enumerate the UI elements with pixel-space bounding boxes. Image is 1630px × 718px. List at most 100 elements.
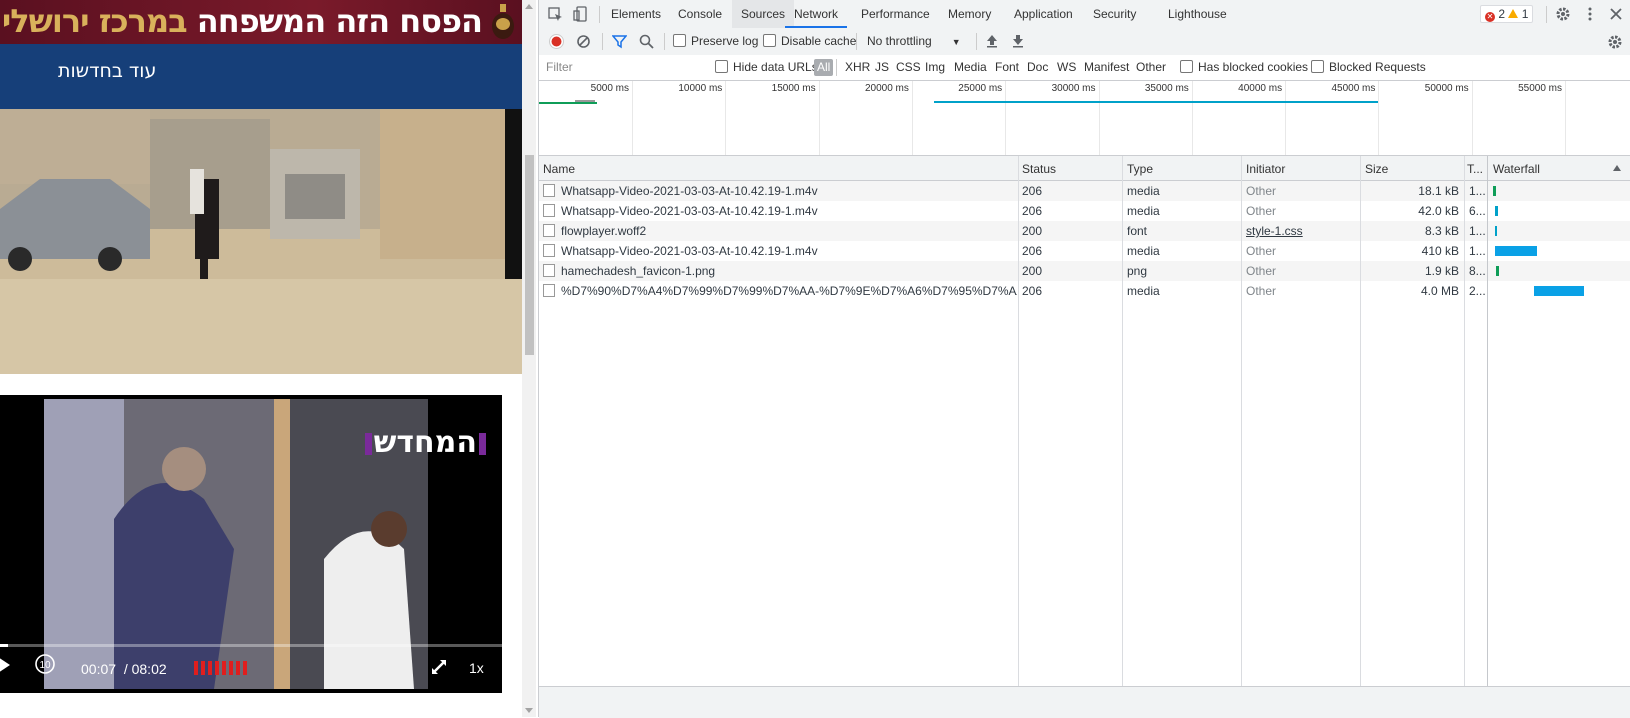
video-progress-bar[interactable] bbox=[0, 644, 502, 647]
tab-network[interactable]: Network bbox=[785, 0, 848, 28]
file-icon bbox=[543, 244, 555, 257]
tab-console[interactable]: Console bbox=[669, 0, 731, 28]
table-row[interactable]: flowplayer.woff2 200 font style-1.css 8.3 kB… bbox=[539, 221, 1630, 241]
playback-speed[interactable]: 1x bbox=[469, 660, 484, 676]
has-blocked-cookies-checkbox[interactable]: Has blocked cookies bbox=[1180, 55, 1308, 80]
table-row[interactable]: hamechadesh_favicon-1.png 200 png Other 1.9 … bbox=[539, 261, 1630, 281]
cell-name: Whatsapp-Video-2021-03-03-At-10.42.19-1.… bbox=[539, 241, 1017, 261]
news-photo[interactable] bbox=[0, 109, 522, 374]
page-scrollbar[interactable] bbox=[522, 0, 536, 717]
tab-lighthouse[interactable]: Lighthouse bbox=[1159, 0, 1236, 28]
scrollbar-thumb[interactable] bbox=[525, 155, 534, 355]
column-time[interactable]: T... bbox=[1465, 156, 1485, 180]
import-har-icon[interactable] bbox=[985, 34, 999, 48]
cell-status: 206 bbox=[1022, 244, 1043, 258]
tab-elements[interactable]: Elements bbox=[602, 0, 670, 28]
volume-bars-icon[interactable] bbox=[194, 661, 250, 675]
filter-funnel-icon[interactable] bbox=[612, 34, 627, 49]
promo-banner[interactable]: הפסח הזה המשפחה במרכז ירושלי bbox=[0, 0, 522, 44]
play-icon[interactable] bbox=[0, 657, 10, 673]
waterfall-bar[interactable] bbox=[1493, 186, 1496, 196]
clear-icon[interactable] bbox=[576, 34, 591, 49]
column-status[interactable]: Status bbox=[1018, 156, 1122, 180]
throttling-select[interactable]: No throttling ▼ bbox=[867, 28, 961, 55]
cell-size: 1.9 kB bbox=[1424, 264, 1459, 278]
settings-gear-icon[interactable] bbox=[1555, 6, 1571, 22]
disable-cache-checkbox[interactable]: Disable cache bbox=[763, 28, 856, 55]
filter-type-font[interactable]: Font bbox=[992, 59, 1022, 76]
filter-type-css[interactable]: CSS bbox=[893, 59, 924, 76]
timeline-gridline bbox=[1191, 81, 1193, 155]
filter-type-ws[interactable]: WS bbox=[1054, 59, 1079, 76]
tab-memory[interactable]: Memory bbox=[939, 0, 1000, 28]
file-icon bbox=[543, 184, 555, 197]
more-options-icon[interactable] bbox=[1582, 6, 1598, 22]
table-row[interactable]: Whatsapp-Video-2021-03-03-At-10.42.19-1.… bbox=[539, 201, 1630, 221]
filter-type-media[interactable]: Media bbox=[951, 59, 990, 76]
request-name[interactable]: Whatsapp-Video-2021-03-03-At-10.42.19-1.… bbox=[561, 204, 818, 218]
inspect-element-icon[interactable] bbox=[547, 6, 563, 22]
cell-initiator: style-1.css bbox=[1242, 221, 1361, 241]
timeline-tick-label: 55000 ms bbox=[1518, 83, 1562, 94]
filter-type-all[interactable]: All bbox=[814, 59, 834, 76]
fullscreen-icon[interactable] bbox=[428, 656, 450, 678]
filter-type-xhr[interactable]: XHR bbox=[842, 59, 873, 76]
waterfall-bar[interactable] bbox=[1495, 206, 1498, 216]
cell-initiator: Other bbox=[1246, 264, 1277, 278]
blocked-requests-checkbox[interactable]: Blocked Requests bbox=[1311, 55, 1426, 80]
more-news-link[interactable]: עוד בחדשות bbox=[58, 60, 156, 82]
waterfall-bar[interactable] bbox=[1496, 266, 1499, 276]
filter-type-other[interactable]: Other bbox=[1133, 59, 1169, 76]
network-overview-timeline[interactable]: 5000 ms 10000 ms 15000 ms 20000 ms 25000 ms 3… bbox=[539, 81, 1630, 156]
column-size[interactable]: Size bbox=[1361, 156, 1465, 180]
sort-ascending-icon[interactable] bbox=[1613, 165, 1621, 171]
timeline-gridline bbox=[911, 81, 913, 155]
request-name[interactable]: %D7%90%D7%A4%D7%99%D7%99%D7%AA-%D7%9E%D7… bbox=[561, 284, 1017, 298]
tab-security[interactable]: Security bbox=[1084, 0, 1145, 28]
scroll-up-icon[interactable] bbox=[525, 4, 533, 9]
request-name[interactable]: Whatsapp-Video-2021-03-03-At-10.42.19-1.… bbox=[561, 184, 818, 198]
table-row[interactable]: Whatsapp-Video-2021-03-03-At-10.42.19-1.… bbox=[539, 241, 1630, 261]
request-name[interactable]: hamechadesh_favicon-1.png bbox=[561, 264, 715, 278]
tab-application[interactable]: Application bbox=[1005, 0, 1082, 28]
network-settings-gear-icon[interactable] bbox=[1607, 34, 1623, 50]
filter-type-manifest[interactable]: Manifest bbox=[1081, 59, 1132, 76]
column-waterfall[interactable]: Waterfall bbox=[1489, 156, 1583, 180]
table-row[interactable]: %D7%90%D7%A4%D7%99%D7%99%D7%AA-%D7%9E%D7… bbox=[539, 281, 1630, 301]
export-har-icon[interactable] bbox=[1011, 34, 1025, 48]
search-icon[interactable] bbox=[639, 34, 654, 49]
request-name[interactable]: flowplayer.woff2 bbox=[561, 224, 646, 238]
column-name[interactable]: Name bbox=[539, 156, 1021, 180]
column-type[interactable]: Type bbox=[1123, 156, 1242, 180]
timeline-activity-bar bbox=[575, 100, 595, 102]
tab-performance[interactable]: Performance bbox=[852, 0, 939, 28]
device-toolbar-icon[interactable] bbox=[573, 6, 589, 22]
request-name[interactable]: Whatsapp-Video-2021-03-03-At-10.42.19-1.… bbox=[561, 244, 818, 258]
rewind-10-icon[interactable]: 10 bbox=[34, 653, 56, 675]
initiator-link[interactable]: style-1.css bbox=[1246, 224, 1303, 238]
issues-badge[interactable]: ✕ 2 1 bbox=[1480, 5, 1534, 23]
waterfall-bar[interactable] bbox=[1534, 286, 1584, 296]
table-row[interactable]: Whatsapp-Video-2021-03-03-At-10.42.19-1.… bbox=[539, 181, 1630, 201]
preserve-log-checkbox[interactable]: Preserve log bbox=[673, 28, 758, 55]
record-icon[interactable] bbox=[549, 34, 564, 49]
timeline-tick-label: 25000 ms bbox=[958, 83, 1003, 94]
hide-data-urls-checkbox[interactable]: Hide data URLs bbox=[715, 55, 818, 80]
cell-size: 410 kB bbox=[1421, 244, 1459, 258]
filter-type-js[interactable]: JS bbox=[872, 59, 892, 76]
close-devtools-icon[interactable] bbox=[1608, 6, 1624, 22]
filter-input[interactable] bbox=[542, 58, 718, 75]
waterfall-bar[interactable] bbox=[1495, 246, 1537, 256]
cell-time: 1... bbox=[1469, 244, 1486, 258]
waterfall-bar[interactable] bbox=[1495, 226, 1497, 236]
cell-time: 1... bbox=[1469, 184, 1486, 198]
filter-type-img[interactable]: Img bbox=[922, 59, 948, 76]
column-initiator[interactable]: Initiator bbox=[1242, 156, 1361, 180]
timeline-gridline bbox=[1005, 81, 1007, 155]
scroll-down-icon[interactable] bbox=[525, 708, 533, 713]
timeline-tick-label: 30000 ms bbox=[1051, 83, 1096, 94]
timeline-tick-label: 15000 ms bbox=[771, 83, 816, 94]
video-player[interactable]: המחדש 10 00:07 / 08:02 1x bbox=[0, 395, 502, 693]
filter-type-doc[interactable]: Doc bbox=[1024, 59, 1051, 76]
warning-count: 1 bbox=[1521, 7, 1529, 21]
